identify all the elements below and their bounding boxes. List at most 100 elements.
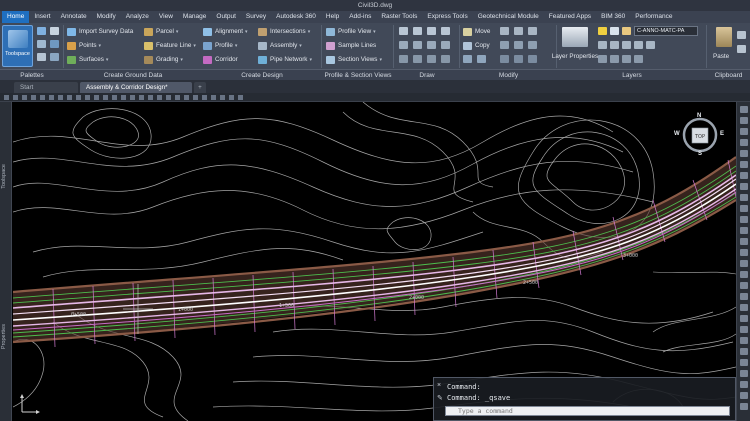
lock-icon[interactable]: [622, 27, 631, 35]
tab-raster-tools[interactable]: Raster Tools: [376, 11, 422, 23]
erase-icon[interactable]: [528, 55, 537, 63]
layer-tool-icon[interactable]: [634, 41, 643, 49]
layer-tool-icon[interactable]: [622, 55, 631, 63]
circle-icon[interactable]: [441, 27, 450, 35]
nav-tool-icon[interactable]: [740, 271, 748, 278]
layer-tool-icon[interactable]: [610, 55, 619, 63]
tab-help[interactable]: Help: [321, 11, 344, 23]
alignment-button[interactable]: Alignment ▾: [203, 26, 248, 37]
nav-tool-icon[interactable]: [740, 403, 748, 410]
viewcube-compass[interactable]: TOP N W E S: [674, 113, 724, 157]
array-icon[interactable]: [528, 41, 537, 49]
assembly-button[interactable]: Assembly ▾: [258, 40, 302, 51]
layer-tool-icon[interactable]: [646, 41, 655, 49]
stretch-icon[interactable]: [500, 41, 509, 49]
nav-tool-icon[interactable]: [740, 315, 748, 322]
tab-geotechnical[interactable]: Geotechnical Module: [473, 11, 544, 23]
layer-tool-icon[interactable]: [610, 41, 619, 49]
cut-icon[interactable]: [737, 31, 746, 39]
region-icon[interactable]: [413, 55, 422, 63]
panel-title-layers[interactable]: Layers: [557, 69, 707, 80]
tab-survey[interactable]: Survey: [241, 11, 271, 23]
panel-title-clipboard[interactable]: Clipboard: [707, 69, 750, 80]
panel-title-draw[interactable]: Draw: [394, 69, 460, 80]
nav-tool-icon[interactable]: [740, 326, 748, 333]
nav-tool-icon[interactable]: [740, 117, 748, 124]
nav-tool-icon[interactable]: [740, 304, 748, 311]
nav-tool-icon[interactable]: [740, 293, 748, 300]
palette-icon-1[interactable]: [37, 27, 46, 35]
layer-tool-icon[interactable]: [634, 55, 643, 63]
gradient-icon[interactable]: [441, 55, 450, 63]
nav-tool-icon[interactable]: [740, 260, 748, 267]
layer-tool-icon[interactable]: [598, 55, 607, 63]
profile-button[interactable]: Profile ▾: [203, 40, 237, 51]
hatch-icon[interactable]: [427, 41, 436, 49]
close-icon[interactable]: ×: [437, 382, 441, 389]
panel-title-palettes[interactable]: Palettes: [0, 69, 64, 80]
nav-tool-icon[interactable]: [740, 370, 748, 377]
nav-tool-icon[interactable]: [740, 205, 748, 212]
nav-tool-icon[interactable]: [740, 359, 748, 366]
tab-add-ins[interactable]: Add-ins: [344, 11, 376, 23]
nav-tool-icon[interactable]: [740, 238, 748, 245]
profile-view-button[interactable]: Profile View ▾: [326, 26, 376, 37]
nav-tool-icon[interactable]: [740, 337, 748, 344]
scale-icon[interactable]: [514, 41, 523, 49]
nav-tool-icon[interactable]: [740, 150, 748, 157]
wrench-icon[interactable]: ✎: [437, 394, 443, 402]
drawing-canvas[interactable]: 0+500 1+000 1+500 2+000 2+500 3+000: [13, 102, 736, 421]
toolbar-icons[interactable]: [4, 95, 244, 100]
extend-icon[interactable]: [514, 27, 523, 35]
sample-lines-button[interactable]: Sample Lines: [326, 40, 376, 51]
tab-bim-360[interactable]: BIM 360: [596, 11, 630, 23]
panel-title-create-design[interactable]: Create Design: [202, 69, 322, 80]
nav-tool-icon[interactable]: [740, 392, 748, 399]
feature-line-button[interactable]: Feature Line ▾: [144, 40, 196, 51]
tab-autodesk-360[interactable]: Autodesk 360: [271, 11, 321, 23]
toolspace-side-tab[interactable]: Toolspace: [1, 164, 7, 189]
nav-tool-icon[interactable]: [740, 194, 748, 201]
layer-properties-button[interactable]: Layer Properties: [552, 51, 598, 62]
nav-tool-icon[interactable]: [740, 249, 748, 256]
explode-icon[interactable]: [514, 55, 523, 63]
line-icon[interactable]: [399, 27, 408, 35]
palette-icon-6[interactable]: [50, 53, 59, 61]
layer-dropdown[interactable]: C-ANNO-MATC-PA: [634, 26, 698, 36]
layer-tool-icon[interactable]: [622, 41, 631, 49]
copy-button[interactable]: Copy: [463, 40, 490, 51]
palette-icon-5[interactable]: [37, 53, 46, 61]
rectangle-icon[interactable]: [399, 41, 408, 49]
spline-icon[interactable]: [413, 41, 422, 49]
nav-tool-icon[interactable]: [740, 282, 748, 289]
section-views-button[interactable]: Section Views ▾: [326, 54, 382, 65]
panel-title-profile-section[interactable]: Profile & Section Views: [322, 69, 394, 80]
tab-view[interactable]: View: [154, 11, 178, 23]
grading-button[interactable]: Grading ▾: [144, 54, 183, 65]
tab-featured-apps[interactable]: Featured Apps: [544, 11, 596, 23]
point-icon[interactable]: [399, 55, 408, 63]
tab-performance[interactable]: Performance: [630, 11, 677, 23]
panel-title-ground-data[interactable]: Create Ground Data: [64, 69, 202, 80]
paste-button[interactable]: Paste: [713, 51, 729, 62]
nav-tool-icon[interactable]: [740, 106, 748, 113]
tab-manage[interactable]: Manage: [178, 11, 212, 23]
corridor-button[interactable]: Corridor: [203, 54, 238, 65]
points-button[interactable]: Points ▾: [67, 40, 101, 51]
ellipse-icon[interactable]: [441, 41, 450, 49]
paste-icon[interactable]: [716, 27, 732, 47]
nav-tool-icon[interactable]: [740, 172, 748, 179]
palette-icon-3[interactable]: [37, 40, 46, 48]
nav-tool-icon[interactable]: [740, 128, 748, 135]
polyline-icon[interactable]: [413, 27, 422, 35]
nav-tool-icon[interactable]: [740, 227, 748, 234]
layer-properties-icon[interactable]: [562, 27, 588, 47]
rotate-icon[interactable]: [463, 55, 472, 63]
arc-icon[interactable]: [427, 27, 436, 35]
offset-icon[interactable]: [500, 55, 509, 63]
nav-tool-icon[interactable]: [740, 348, 748, 355]
tab-annotate[interactable]: Annotate: [56, 11, 92, 23]
lightbulb-icon[interactable]: [598, 27, 607, 35]
move-button[interactable]: Move: [463, 26, 490, 37]
trim-icon[interactable]: [500, 27, 509, 35]
